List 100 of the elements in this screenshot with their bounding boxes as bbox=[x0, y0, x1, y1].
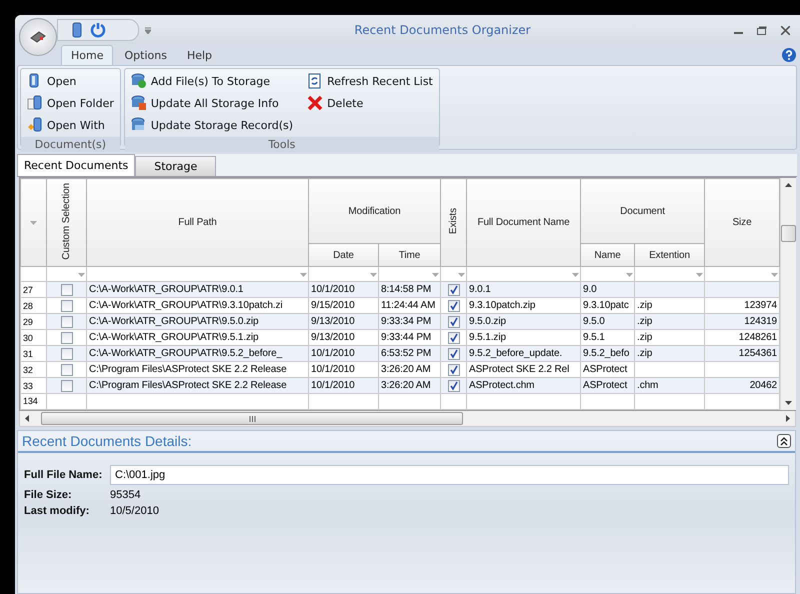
ribbon-button[interactable]: Update All Storage Info bbox=[130, 93, 294, 113]
field-value: 95354 bbox=[110, 489, 142, 501]
checkbox[interactable] bbox=[60, 284, 72, 296]
column-header[interactable]: Full Document Name bbox=[466, 178, 581, 266]
filter-dropdown-icon[interactable] bbox=[300, 272, 307, 277]
row-number: 32 bbox=[20, 362, 46, 378]
checkbox[interactable] bbox=[60, 332, 72, 344]
filter-dropdown-icon[interactable] bbox=[370, 272, 377, 277]
table-cell bbox=[634, 393, 705, 410]
column-header[interactable]: Exists bbox=[440, 178, 467, 266]
table-cell: .chm bbox=[634, 378, 705, 394]
filter-cell[interactable] bbox=[86, 266, 308, 282]
filter-cell[interactable] bbox=[580, 266, 635, 282]
checkbox[interactable] bbox=[448, 316, 460, 328]
scroll-thumb[interactable] bbox=[781, 225, 796, 242]
table-cell: 9.0 bbox=[580, 282, 635, 298]
filter-cell[interactable] bbox=[704, 266, 780, 282]
table-cell: .zip bbox=[634, 314, 705, 330]
scroll-left-icon[interactable] bbox=[25, 415, 29, 422]
filter-cell[interactable] bbox=[634, 266, 705, 282]
table-cell: 8:14:58 PM bbox=[378, 282, 441, 298]
field-label: File Size: bbox=[24, 489, 73, 501]
checkbox[interactable] bbox=[448, 332, 460, 344]
help-icon[interactable] bbox=[782, 48, 796, 62]
checkbox[interactable] bbox=[448, 284, 460, 296]
scroll-right-icon[interactable] bbox=[786, 415, 790, 422]
ribbon-tab[interactable]: Help bbox=[178, 46, 222, 65]
row-number: 134 bbox=[20, 393, 46, 410]
double-chevron-up-icon bbox=[780, 436, 788, 446]
filter-cell[interactable] bbox=[378, 266, 441, 282]
checkbox[interactable] bbox=[60, 300, 72, 312]
ribbon-button[interactable]: Delete bbox=[307, 93, 433, 113]
table-cell: 9.5.0 bbox=[580, 314, 635, 330]
customize-menu-icon[interactable] bbox=[145, 26, 151, 34]
table-cell: 20462 bbox=[704, 378, 780, 394]
checkbox[interactable] bbox=[60, 364, 72, 376]
filter-dropdown-icon[interactable] bbox=[572, 272, 580, 277]
delete-icon bbox=[307, 95, 324, 111]
filter-cell[interactable] bbox=[440, 266, 467, 282]
horizontal-scrollbar[interactable] bbox=[19, 411, 796, 427]
table-cell: 10/1/2010 bbox=[308, 378, 378, 394]
filter-cell[interactable] bbox=[466, 266, 581, 282]
scroll-down-icon[interactable] bbox=[785, 401, 792, 405]
checkbox[interactable] bbox=[60, 348, 72, 360]
table-cell: 9/13/2010 bbox=[308, 314, 378, 330]
ribbon-button[interactable]: Open Folder bbox=[27, 93, 114, 113]
row-indicator-header[interactable] bbox=[20, 178, 46, 266]
column-header[interactable]: Time bbox=[378, 244, 441, 266]
field-label: Last modify: bbox=[24, 505, 90, 517]
checkbox[interactable] bbox=[60, 316, 72, 328]
storage-record-icon bbox=[130, 117, 147, 133]
filter-dropdown-icon[interactable] bbox=[626, 272, 634, 277]
table-cell: ASProtect bbox=[580, 378, 635, 394]
column-header[interactable]: Date bbox=[308, 244, 378, 266]
filter-dropdown-icon[interactable] bbox=[432, 272, 440, 277]
app-logo-icon bbox=[29, 30, 47, 44]
column-header[interactable]: Size bbox=[704, 178, 780, 266]
row-number: 29 bbox=[20, 314, 46, 330]
column-header[interactable]: Full Path bbox=[86, 178, 308, 266]
filter-dropdown-icon[interactable] bbox=[78, 272, 85, 277]
ribbon-tab[interactable]: Options bbox=[115, 46, 176, 65]
document-tab[interactable]: Recent Documents bbox=[17, 154, 136, 176]
collapse-button[interactable] bbox=[777, 434, 791, 448]
filter-dropdown-icon[interactable] bbox=[458, 272, 466, 277]
filter-cell[interactable] bbox=[308, 266, 378, 282]
column-header[interactable]: Extention bbox=[634, 244, 705, 266]
ribbon-button[interactable]: Open bbox=[27, 71, 114, 91]
row-number: 31 bbox=[20, 346, 46, 362]
filter-cell[interactable] bbox=[46, 266, 86, 282]
checkbox[interactable] bbox=[448, 380, 460, 392]
field-value: 10/5/2010 bbox=[110, 505, 160, 517]
table-cell: 9.5.2_befo bbox=[580, 346, 635, 362]
ribbon-button[interactable]: Refresh Recent List bbox=[307, 71, 433, 91]
power-icon[interactable] bbox=[90, 22, 106, 38]
checkbox[interactable] bbox=[448, 348, 460, 360]
checkbox[interactable] bbox=[60, 380, 72, 392]
document-tab[interactable]: Storage bbox=[135, 156, 216, 176]
row-number: 30 bbox=[20, 330, 46, 346]
sort-arrow-icon[interactable] bbox=[30, 221, 37, 225]
restore-icon[interactable] bbox=[757, 26, 767, 34]
column-header[interactable]: Name bbox=[580, 244, 635, 266]
scroll-up-icon[interactable] bbox=[785, 183, 792, 187]
ribbon-tab[interactable]: Home bbox=[61, 45, 114, 65]
table-cell: 9.5.0.zip bbox=[466, 314, 581, 330]
checkbox[interactable] bbox=[448, 364, 460, 376]
document-icon[interactable] bbox=[72, 22, 82, 38]
checkbox[interactable] bbox=[448, 300, 460, 312]
ribbon-button[interactable]: Update Storage Record(s) bbox=[130, 115, 294, 135]
table-cell: 9.0.1 bbox=[466, 282, 581, 298]
add-storage-icon bbox=[130, 73, 147, 89]
vertical-scrollbar[interactable] bbox=[780, 178, 796, 410]
grip-icon bbox=[248, 416, 256, 422]
filter-dropdown-icon[interactable] bbox=[696, 272, 704, 277]
input-field[interactable]: C:\001.jpg bbox=[110, 465, 789, 485]
column-header[interactable]: Custom Selection bbox=[46, 178, 86, 266]
scroll-thumb[interactable] bbox=[41, 412, 463, 425]
ribbon-button[interactable]: Open With bbox=[27, 115, 114, 135]
ribbon-button[interactable]: Add File(s) To Storage bbox=[130, 71, 294, 91]
filter-dropdown-icon[interactable] bbox=[771, 272, 778, 277]
close-icon[interactable] bbox=[781, 26, 790, 34]
